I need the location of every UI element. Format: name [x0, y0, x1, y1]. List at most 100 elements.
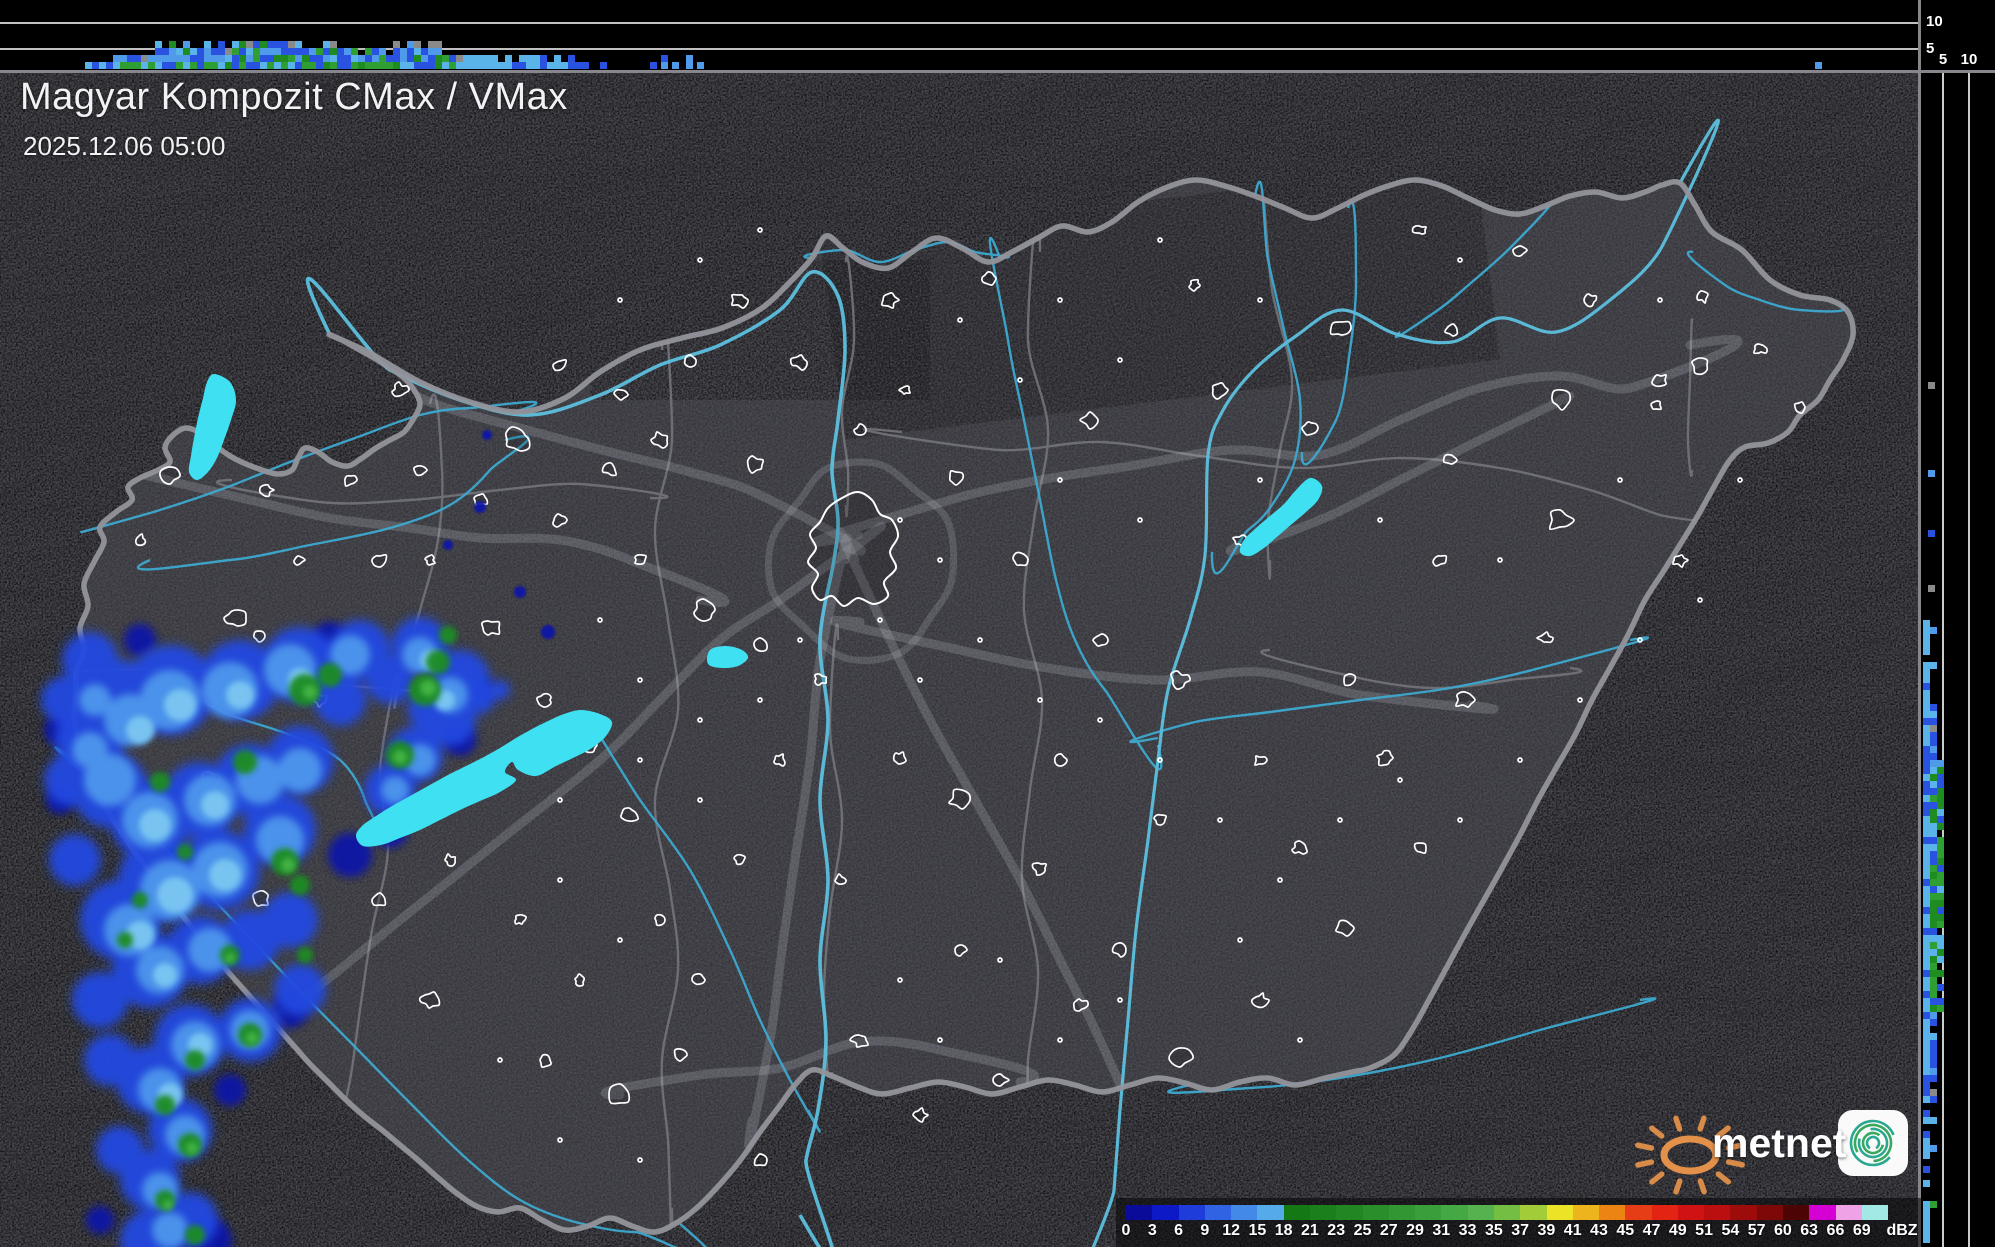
top-profile-block [281, 55, 288, 62]
sun-ray [1697, 1115, 1707, 1132]
right-profile-block [1937, 774, 1944, 781]
colorbar-cell [1809, 1205, 1836, 1220]
right-profile-block [1923, 816, 1930, 823]
right-profile-block [1930, 1012, 1937, 1019]
top-profile-block [141, 55, 148, 62]
colorbar-tick-label: 45 [1616, 1222, 1635, 1239]
right-profile-block [1923, 767, 1930, 774]
right-profile-block [1930, 732, 1937, 739]
top-profile-block [379, 55, 386, 62]
top-profile-block [344, 48, 351, 55]
right-profile-block [1930, 963, 1937, 970]
top-profile-block [435, 48, 442, 55]
settlement-outline [1650, 400, 1663, 411]
radar-echo [318, 663, 342, 687]
top-profile-block [260, 55, 267, 62]
right-profile-block [1923, 1047, 1930, 1054]
radar-echo [474, 501, 486, 513]
top-profile-block [232, 62, 239, 69]
right-profile-block [1930, 956, 1937, 963]
right-profile-block [1930, 1019, 1937, 1026]
right-profile-block [1930, 1054, 1937, 1061]
product-timestamp: 2025.12.06 05:00 [23, 131, 226, 161]
top-profile-block [120, 62, 127, 69]
colorbar-tick-label: 23 [1327, 1222, 1346, 1239]
colorbar-tick-label: 33 [1458, 1222, 1477, 1239]
right-profile-block [1923, 872, 1930, 879]
dbz-colorbar-cells [1126, 1205, 1889, 1220]
top-profile-block [421, 55, 428, 62]
colorbar-cell [1861, 1205, 1889, 1220]
top-profile-block [414, 48, 421, 55]
colorbar-cell [1572, 1205, 1600, 1220]
colorbar-cell [1441, 1205, 1468, 1220]
settlement-outline [539, 1053, 552, 1068]
top-profile-block [183, 48, 190, 55]
top-profile-block [323, 48, 330, 55]
right-profile-block [1923, 837, 1930, 844]
radar-echo [443, 540, 453, 550]
right-profile-block [1937, 816, 1944, 823]
colorbar-tick-label: 47 [1642, 1222, 1661, 1239]
radar-echo [225, 953, 235, 963]
right-profile-block [1923, 1201, 1930, 1208]
top-profile-block [302, 62, 309, 69]
right-profile-block [1937, 837, 1944, 844]
top-profile-block [400, 62, 407, 69]
top-profile-block [330, 41, 337, 48]
top-profile-block [183, 41, 190, 48]
right-profile-block [1923, 620, 1930, 627]
radar-echo [290, 875, 310, 895]
top-profile-block [232, 55, 239, 62]
top-profile-block [225, 55, 232, 62]
right-profile-block [1930, 627, 1937, 634]
colorbar-unit-label: dBZ [1886, 1222, 1918, 1239]
top-profile-block [484, 62, 491, 69]
right-profile-block [1930, 830, 1937, 837]
top-profile-block [141, 62, 148, 69]
right-profile-block [1923, 697, 1930, 704]
top-profile-block [288, 41, 295, 48]
top-profile-block [176, 55, 183, 62]
right-profile-block [1930, 823, 1937, 830]
top-profile-block [351, 62, 358, 69]
colorbar-cell [1493, 1205, 1521, 1220]
top-profile-block [232, 41, 239, 48]
sun-ray [1635, 1159, 1655, 1168]
colorbar-cell [1152, 1205, 1179, 1220]
right-profile-block [1923, 823, 1930, 830]
right-profile-block [1937, 802, 1944, 809]
top-profile-block [260, 62, 267, 69]
top-profile-block [85, 62, 92, 69]
radar-echo [155, 1095, 175, 1115]
top-profile-block [337, 48, 344, 55]
top-profile-block [239, 62, 246, 69]
right-strip-height-tick-5km: 5 [1938, 51, 1948, 68]
colorbar-tick-label: 29 [1406, 1222, 1424, 1239]
top-profile-block [309, 62, 316, 69]
right-profile-block [1930, 1075, 1937, 1082]
radar-echo [482, 430, 492, 440]
right-profile-block [1923, 886, 1930, 893]
right-profile-block [1923, 704, 1930, 711]
top-profile-block [113, 55, 120, 62]
top-profile-block [421, 48, 428, 55]
top-profile-block [281, 41, 288, 48]
radar-echo [84, 1034, 136, 1086]
top-profile-block [288, 55, 295, 62]
right-profile-block [1923, 1033, 1930, 1040]
settlement-outline [1329, 320, 1352, 336]
top-profile-block [197, 62, 204, 69]
right-profile-block [1923, 984, 1930, 991]
right-profile-block [1923, 732, 1930, 739]
top-profile-block [421, 62, 428, 69]
right-profile-block [1923, 1040, 1930, 1047]
top-profile-block [470, 55, 477, 62]
top-profile-block [428, 48, 435, 55]
top-profile-block [253, 41, 260, 48]
colorbar-cell [1362, 1205, 1389, 1220]
top-profile-block [169, 48, 176, 55]
right-profile-block [1937, 893, 1944, 900]
top-profile-block [686, 55, 693, 62]
right-profile-block [1923, 893, 1930, 900]
